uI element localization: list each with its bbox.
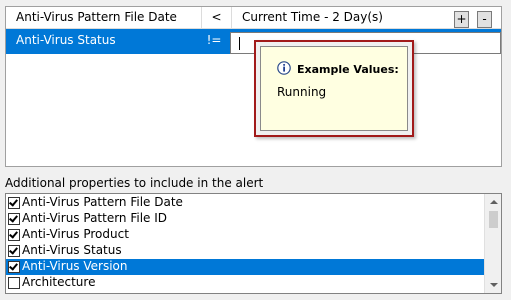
tooltip-title: Example Values: [297,63,399,76]
arrow-down-icon [490,283,498,287]
list-item-label: Anti-Virus Pattern File Date [22,195,183,209]
arrow-up-icon [490,200,498,204]
list-item[interactable]: Anti-Virus Pattern File ID [6,211,486,227]
list-item-label: Architecture [22,275,96,289]
checkbox[interactable] [8,197,20,209]
decrease-button[interactable]: - [477,11,492,28]
scroll-up-button[interactable] [485,194,501,211]
checkmark-icon [9,213,18,223]
example-values-tooltip: Example Values: Running [260,46,408,131]
checkmark-icon [9,197,18,207]
text-caret [239,37,240,50]
list-item-label: Anti-Virus Product [22,227,129,241]
checkmark-icon [9,245,18,255]
tooltip-example-value: Running [277,85,327,99]
checkbox[interactable] [8,245,20,257]
filter-operator-cell[interactable]: < [202,7,232,29]
filter-operator-cell[interactable]: != [202,29,226,54]
scroll-down-button[interactable] [485,276,501,293]
info-icon [277,61,291,75]
vertical-scrollbar[interactable] [484,194,501,293]
list-item-selected[interactable]: Anti-Virus Version [6,259,486,275]
checkmark-icon [9,229,18,239]
tooltip-highlight-frame: Example Values: Running [254,40,414,137]
increase-button[interactable]: + [454,11,469,28]
list-item[interactable]: Anti-Virus Pattern File Date [6,195,486,211]
list-item-label: Anti-Virus Pattern File ID [22,211,168,225]
filter-property-cell[interactable]: Anti-Virus Pattern File Date [6,7,202,29]
checkbox[interactable] [8,277,20,289]
scrollbar-thumb[interactable] [489,211,498,228]
checkbox[interactable] [8,229,20,241]
checkbox[interactable] [8,261,20,273]
checkbox[interactable] [8,213,20,225]
filter-property-cell[interactable]: Anti-Virus Status [6,29,198,54]
properties-list: Anti-Virus Pattern File Date Anti-Virus … [5,193,502,294]
filter-row[interactable]: Anti-Virus Pattern File Date < Current T… [6,7,501,29]
additional-properties-label: Additional properties to include in the … [5,176,264,190]
checkmark-icon [9,261,18,271]
list-item-label: Anti-Virus Status [22,243,122,257]
list-item[interactable]: Anti-Virus Product [6,227,486,243]
list-item[interactable]: Anti-Virus Status [6,243,486,259]
list-item[interactable]: Architecture [6,275,486,291]
list-item-label: Anti-Virus Version [22,259,128,273]
